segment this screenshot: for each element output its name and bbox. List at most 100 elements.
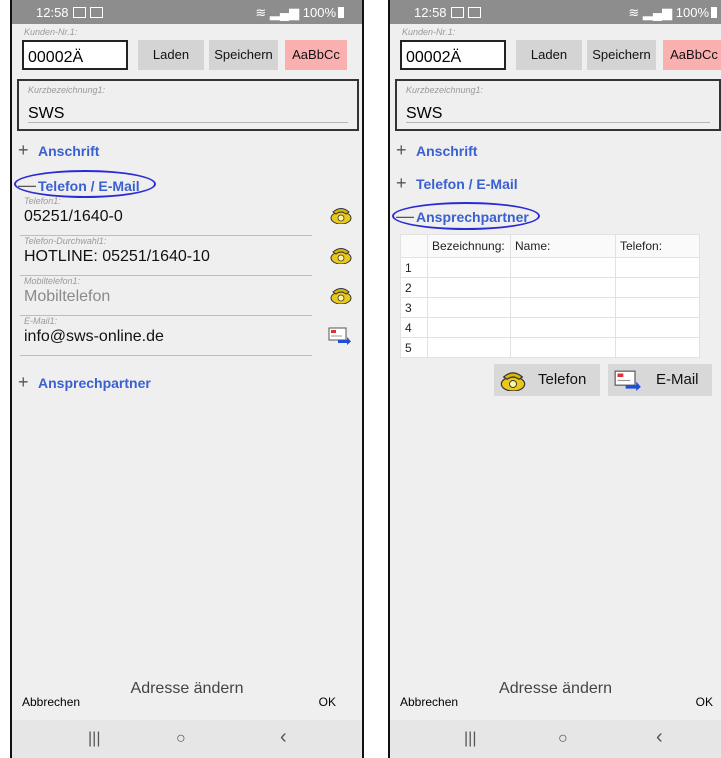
section-anschrift[interactable]: + Anschrift [18,140,99,161]
expand-icon: + [18,140,29,160]
table-row[interactable]: 2 [400,277,700,298]
system-nav-bar: ||| ○ ‹ [390,720,721,758]
phone-icon[interactable] [330,286,352,304]
status-time: 12:58 [36,5,69,20]
table-row[interactable]: 4 [400,317,700,338]
email-field[interactable]: E-Mail1: info@sws-online.de [20,316,312,356]
home-button[interactable]: ○ [558,730,568,748]
durchwahl-field[interactable]: Telefon-Durchwahl1: HOTLINE: 05251/1640-… [20,236,312,276]
field-value: 05251/1640-0 [24,208,123,225]
section-anschrift[interactable]: + Anschrift [396,140,477,161]
call-phone-button[interactable]: Telefon [494,364,600,396]
field-label: Mobiltelefon1: [24,276,81,286]
bottom-action-bar: Abbrechen Adresse ändern OK [390,678,721,720]
field-placeholder: Mobiltelefon [24,288,111,305]
row-number: 3 [400,297,428,318]
kunden-label: Kunden-Nr.1: [402,27,456,37]
mobiltelefon-field[interactable]: Mobiltelefon1: Mobiltelefon [20,276,312,316]
expand-icon: + [18,372,29,392]
row-number: 2 [400,277,428,298]
load-button[interactable]: Laden [516,40,582,70]
back-button[interactable]: ‹ [280,726,287,749]
kurz-value: SWS [28,105,65,122]
kurzbezeichnung-field[interactable]: Kurzbezeichnung1: SWS [395,79,721,131]
row-number: 5 [400,337,428,358]
mail-icon [467,7,481,18]
status-bar: 12:58 ≋ ▂▄▆ 100% [390,0,721,24]
bottom-action-bar: Abbrechen Adresse ändern OK [12,678,362,720]
save-button[interactable]: Speichern [587,40,656,70]
table-row[interactable]: 3 [400,297,700,318]
email-button-label: E-Mail [656,371,699,388]
expand-icon: + [396,173,407,193]
kunden-input[interactable]: 00002Ä [400,40,506,70]
phone-icon [500,372,526,391]
phone-button-label: Telefon [538,371,587,388]
dialog-title: Adresse ändern [130,680,244,697]
underline [20,355,312,356]
table-row[interactable]: 1 [400,257,700,278]
table-row[interactable]: 5 [400,337,700,358]
font-style-button[interactable]: AaBbCc [663,40,721,70]
contacts-table[interactable]: Bezeichnung: Name: Telefon: 1 2 3 4 5 [400,234,700,358]
section-ansprech-label: Ansprechpartner [38,375,151,391]
battery-percent: 100% [302,5,336,20]
section-anschrift-label: Anschrift [38,143,100,159]
section-ansprechpartner[interactable]: + Ansprechpartner [18,372,151,393]
home-button[interactable]: ○ [176,730,186,748]
row-number: 1 [400,257,428,278]
recent-apps-button[interactable]: ||| [464,730,476,748]
row-number: 4 [400,317,428,338]
send-email-button[interactable]: E-Mail [608,364,712,396]
field-value: info@sws-online.de [24,328,164,345]
system-nav-bar: ||| ○ ‹ [12,720,362,758]
highlight-oval [392,202,540,230]
kunden-label: Kunden-Nr.1: [24,27,78,37]
wifi-icon: ≋ [255,5,267,20]
mail-icon [89,7,103,18]
field-label: Telefon1: [24,196,61,206]
wifi-icon: ≋ [628,5,640,20]
load-button[interactable]: Laden [138,40,204,70]
back-button[interactable]: ‹ [656,726,663,749]
signal-icon: ▂▄▆ [269,5,300,20]
column-header-telefon[interactable]: Telefon: [615,234,700,258]
kurz-label: Kurzbezeichnung1: [406,85,484,95]
kunden-input[interactable]: 00002Ä [22,40,128,70]
recent-apps-button[interactable]: ||| [88,730,100,748]
section-anschrift-label: Anschrift [416,143,478,159]
phone-icon[interactable] [330,206,352,224]
kurzbezeichnung-field[interactable]: Kurzbezeichnung1: SWS [17,79,359,131]
section-telefon[interactable]: + Telefon / E-Mail [396,173,518,194]
row-number-header [400,234,428,258]
dialog-title: Adresse ändern [499,680,612,697]
ok-button[interactable]: OK [696,695,713,709]
ok-button[interactable]: OK [319,695,336,709]
section-telefon-label: Telefon / E-Mail [416,176,518,192]
kurz-value: SWS [406,105,443,122]
column-header-bezeichnung[interactable]: Bezeichnung: [427,234,511,258]
phone-screen-left: 12:58 ≋ ▂▄▆ 100% Kunden-Nr.1: 00002Ä Lad… [10,0,364,758]
telefon-field[interactable]: Telefon1: 05251/1640-0 [20,196,312,236]
gallery-icon [72,7,86,18]
status-time: 12:58 [414,5,447,20]
font-style-button[interactable]: AaBbCc [285,40,347,70]
phone-screen-right: 12:58 ≋ ▂▄▆ 100% Kunden-Nr.1: 00002Ä Lad… [388,0,721,758]
signal-icon: ▂▄▆ [642,5,673,20]
column-header-name[interactable]: Name: [510,234,616,258]
mail-send-icon[interactable] [328,327,352,345]
table-header-row: Bezeichnung: Name: Telefon: [400,234,700,258]
highlight-oval [14,170,156,198]
gallery-icon [450,7,464,18]
underline [406,122,710,123]
battery-percent: 100% [675,5,709,20]
field-label: Telefon-Durchwahl1: [24,236,107,246]
battery-icon [711,7,717,18]
save-button[interactable]: Speichern [209,40,278,70]
status-bar: 12:58 ≋ ▂▄▆ 100% [12,0,362,24]
mail-send-icon [614,370,641,391]
underline [28,122,348,123]
phone-icon[interactable] [330,246,352,264]
kurz-label: Kurzbezeichnung1: [28,85,106,95]
field-label: E-Mail1: [24,316,58,326]
